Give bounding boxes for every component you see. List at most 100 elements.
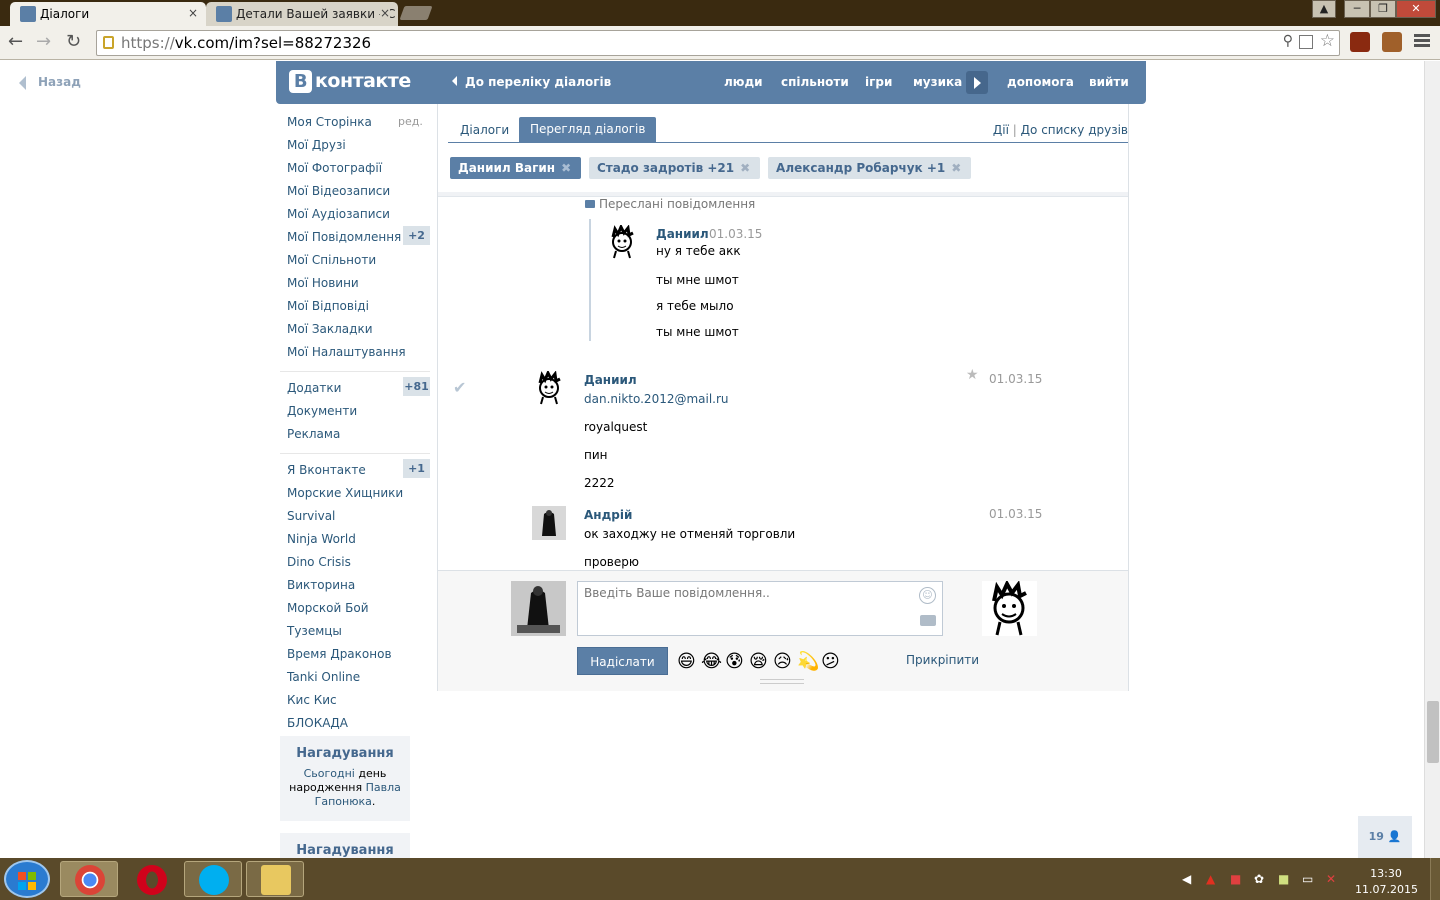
send-button[interactable]: Надіслати bbox=[577, 647, 668, 675]
emoji-dizzy-icon[interactable]: 💫 bbox=[797, 651, 819, 672]
sender-name[interactable]: Даниил bbox=[656, 227, 709, 241]
sidebar-item-videos[interactable]: Мої Відеозаписи bbox=[287, 184, 437, 207]
sidebar-item-game[interactable]: Туземцы bbox=[287, 624, 437, 647]
reload-icon[interactable]: ↻ bbox=[66, 32, 81, 52]
emoji-joy-icon[interactable]: 😂 bbox=[701, 651, 722, 672]
sidebar-item-messages[interactable]: Мої Повідомлення +2 bbox=[287, 226, 437, 253]
check-icon[interactable]: ✔ bbox=[453, 378, 466, 397]
camera-icon[interactable] bbox=[920, 615, 936, 626]
my-avatar[interactable] bbox=[511, 581, 566, 636]
sidebar-item-apps[interactable]: Додатки +81 bbox=[287, 377, 437, 404]
back-link[interactable]: Назад bbox=[19, 75, 81, 90]
sidebar-item-ads[interactable]: Реклама bbox=[287, 427, 437, 450]
sidebar-item-photos[interactable]: Мої Фотографії bbox=[287, 161, 437, 184]
tab-view-dialogs[interactable]: Перегляд діалогів bbox=[519, 117, 657, 142]
participant-chip[interactable]: Александр Робарчук +1 ✖ bbox=[768, 157, 972, 179]
nav-games[interactable]: ігри bbox=[865, 75, 892, 89]
tray-app-icon[interactable]: ■ bbox=[1230, 872, 1244, 886]
sidebar-item-replies[interactable]: Мої Відповіді bbox=[287, 299, 437, 322]
avatar[interactable] bbox=[605, 223, 639, 259]
close-icon[interactable]: ✖ bbox=[740, 161, 750, 175]
sidebar-item-friends[interactable]: Мої Друзі bbox=[287, 138, 437, 161]
online-friends-widget[interactable]: 19 👤 bbox=[1358, 816, 1412, 858]
sidebar-item-bookmarks[interactable]: Мої Закладки bbox=[287, 322, 437, 345]
sidebar-item-game[interactable]: Survival bbox=[287, 509, 437, 532]
tab-close-icon[interactable]: × bbox=[379, 6, 390, 20]
back-to-dialogs-link[interactable]: До переліку діалогів bbox=[452, 75, 611, 89]
friends-list-link[interactable]: До списку друзів bbox=[1021, 123, 1128, 137]
close-window-button[interactable]: ✕ bbox=[1396, 0, 1436, 18]
sidebar-item-game[interactable]: Морские Хищники bbox=[287, 486, 437, 509]
sidebar-item-game[interactable]: Кис Кис bbox=[287, 693, 437, 716]
message-history[interactable]: Переслані повідомлення Даниил 01.03.15 н… bbox=[438, 197, 1128, 570]
taskbar-explorer[interactable] bbox=[246, 861, 304, 897]
edit-link[interactable]: ред. bbox=[398, 115, 423, 128]
close-icon[interactable]: ✖ bbox=[561, 161, 571, 175]
back-arrow-icon[interactable]: ← bbox=[8, 32, 23, 52]
sender-name[interactable]: Андрій bbox=[584, 508, 632, 522]
peer-avatar[interactable] bbox=[982, 579, 1037, 636]
tab-request-details[interactable]: Детали Вашей заявки - С × bbox=[206, 2, 398, 26]
extension-icon[interactable] bbox=[1382, 32, 1402, 52]
tab-close-icon[interactable]: × bbox=[188, 6, 198, 20]
sidebar-item-documents[interactable]: Документи bbox=[287, 404, 437, 427]
resize-handle[interactable] bbox=[760, 679, 804, 684]
action-center-icon[interactable]: ▭ bbox=[1302, 872, 1316, 886]
show-desktop-button[interactable] bbox=[1430, 858, 1440, 900]
sidebar-item-game[interactable]: Tanki Online bbox=[287, 670, 437, 693]
email-link[interactable]: dan.nikto.2012@mail.ru bbox=[584, 392, 729, 406]
system-clock[interactable]: 13:30 11.07.2015 bbox=[1355, 866, 1418, 898]
close-icon[interactable]: ✖ bbox=[951, 161, 961, 175]
participant-chip[interactable]: Стадо задротів +21 ✖ bbox=[588, 157, 761, 179]
participant-chip[interactable]: Даниил Вагин ✖ bbox=[450, 157, 582, 179]
actions-link[interactable]: Дії bbox=[993, 123, 1009, 137]
tray-app-icon[interactable]: ■ bbox=[1278, 872, 1292, 886]
emoji-sad-icon[interactable]: 😥 bbox=[773, 651, 792, 672]
forward-arrow-icon[interactable]: → bbox=[36, 32, 51, 52]
extension-icon[interactable] bbox=[1350, 32, 1370, 52]
emoji-grin-icon[interactable]: 😄 bbox=[677, 651, 696, 672]
tab-dialogs[interactable]: Діалоги × bbox=[10, 2, 206, 26]
translate-icon[interactable] bbox=[1299, 35, 1313, 49]
sender-name[interactable]: Даниил bbox=[584, 373, 637, 387]
sidebar-item-news[interactable]: Мої Новини bbox=[287, 276, 437, 299]
taskbar-skype[interactable] bbox=[184, 861, 242, 897]
sidebar-item-game[interactable]: Викторина bbox=[287, 578, 437, 601]
nav-music[interactable]: музика bbox=[913, 75, 962, 89]
maximize-button[interactable]: ❐ bbox=[1370, 0, 1396, 18]
tab-dialogs[interactable]: Діалоги bbox=[460, 123, 509, 137]
emoji-fear-icon[interactable]: 😰 bbox=[725, 651, 744, 672]
minimize-button[interactable]: ─ bbox=[1344, 0, 1370, 18]
address-bar[interactable]: https://vk.com/im?sel=88272326 ⚲ ☆ bbox=[96, 30, 1340, 56]
smiley-icon[interactable]: ☺ bbox=[919, 587, 936, 604]
sidebar-item-game[interactable]: Я Вконтакте +1 bbox=[287, 459, 437, 486]
new-tab-button[interactable] bbox=[399, 6, 433, 20]
nav-people[interactable]: люди bbox=[724, 75, 763, 89]
sidebar-item-communities[interactable]: Мої Спільноти bbox=[287, 253, 437, 276]
sidebar-item-game[interactable]: Ninja World bbox=[287, 532, 437, 555]
avatar[interactable] bbox=[532, 506, 566, 540]
volume-icon[interactable]: ◀ bbox=[1182, 872, 1196, 886]
sidebar-item-game[interactable]: Морской Бой bbox=[287, 601, 437, 624]
nav-help[interactable]: допомога bbox=[1007, 75, 1074, 89]
nav-logout[interactable]: вийти bbox=[1089, 75, 1129, 89]
tray-app-icon[interactable]: ✿ bbox=[1254, 872, 1268, 886]
attach-link[interactable]: Прикріпити bbox=[906, 653, 979, 667]
user-icon[interactable]: ▲ bbox=[1312, 0, 1336, 18]
emoji-confused-icon[interactable]: 😕 bbox=[821, 651, 840, 672]
sidebar-item-game[interactable]: Время Драконов bbox=[287, 647, 437, 670]
page-scrollbar[interactable] bbox=[1424, 61, 1440, 858]
sidebar-item-game[interactable]: Dino Crisis bbox=[287, 555, 437, 578]
message-input[interactable]: Введіть Ваше повідомлення.. ☺ bbox=[577, 581, 943, 636]
today-link[interactable]: Сьогодні bbox=[304, 767, 355, 780]
scrollbar-thumb[interactable] bbox=[1427, 701, 1439, 763]
emoji-sleepy-icon[interactable]: 😪 bbox=[749, 651, 768, 672]
network-icon[interactable]: ✕ bbox=[1326, 872, 1340, 886]
avatar[interactable] bbox=[532, 369, 566, 405]
zoom-icon[interactable]: ⚲ bbox=[1283, 33, 1293, 49]
nav-communities[interactable]: спільноти bbox=[781, 75, 849, 89]
star-icon[interactable]: ★ bbox=[966, 367, 979, 383]
warning-icon[interactable]: ▲ bbox=[1206, 872, 1220, 886]
taskbar-chrome[interactable] bbox=[60, 861, 118, 897]
bookmark-star-icon[interactable]: ☆ bbox=[1320, 31, 1335, 51]
